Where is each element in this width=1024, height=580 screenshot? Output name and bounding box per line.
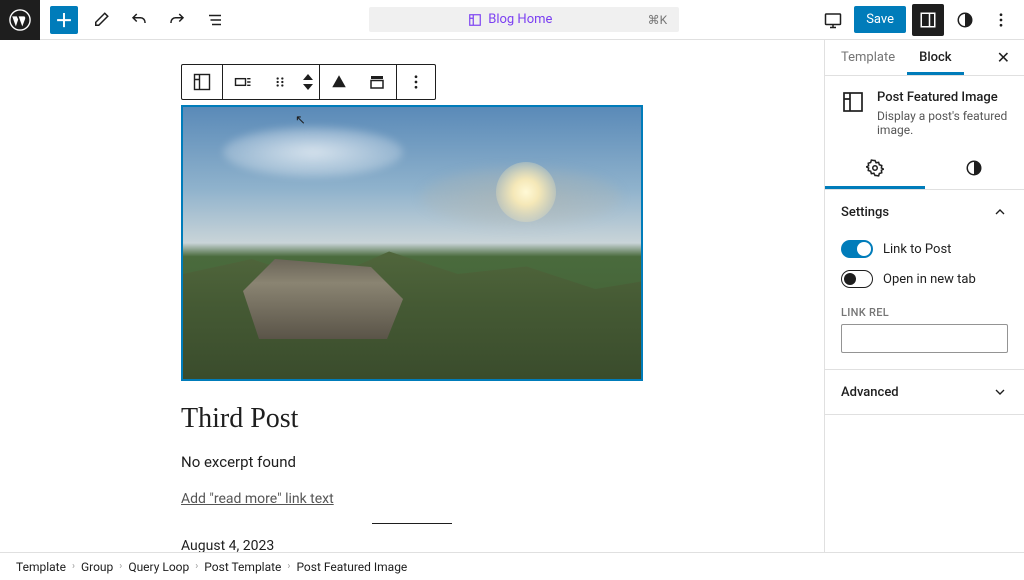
chevron-down-icon (992, 384, 1008, 400)
advanced-panel-label: Advanced (841, 385, 899, 400)
link-to-post-label: Link to Post (883, 242, 951, 257)
aspect-ratio-icon[interactable] (320, 65, 358, 99)
advanced-panel-toggle[interactable]: Advanced (825, 370, 1024, 414)
block-description: Display a post's featured image. (877, 109, 1008, 137)
undo-icon[interactable] (124, 5, 154, 35)
read-more-link[interactable]: Add "read more" link text (181, 491, 334, 507)
shortcut-text: ⌘K (648, 13, 668, 27)
drag-handle-icon[interactable] (263, 65, 297, 99)
doc-title-button[interactable]: Blog Home ⌘K (369, 7, 679, 32)
overlay-icon[interactable] (358, 65, 396, 99)
chevron-up-icon (992, 204, 1008, 220)
doc-label-text: Blog Home (488, 12, 552, 27)
breadcrumb: Template› Group› Query Loop› Post Templa… (0, 552, 1024, 580)
settings-panel-toggle[interactable] (912, 4, 944, 36)
tab-block[interactable]: Block (907, 40, 963, 75)
block-type-icon (841, 90, 865, 114)
breadcrumb-item[interactable]: Template (16, 560, 66, 574)
redo-icon[interactable] (162, 5, 192, 35)
link-rel-label: LINK REL (841, 306, 1008, 319)
settings-panel-toggle[interactable]: Settings (825, 190, 1024, 234)
add-block-button[interactable]: ＋ (50, 6, 78, 34)
settings-panel-label: Settings (841, 205, 889, 220)
link-rel-input[interactable] (841, 324, 1008, 353)
open-new-tab-toggle[interactable] (841, 270, 873, 288)
block-toolbar (181, 64, 436, 100)
close-icon[interactable]: ✕ (987, 42, 1020, 73)
open-new-tab-label: Open in new tab (883, 272, 976, 287)
cursor-icon: ↖ (295, 113, 306, 128)
separator (372, 523, 452, 524)
block-type-icon[interactable] (182, 65, 222, 99)
link-to-post-toggle[interactable] (841, 240, 873, 258)
edit-icon[interactable] (86, 5, 116, 35)
post-excerpt[interactable]: No excerpt found (181, 453, 643, 471)
post-featured-image-block[interactable] (181, 105, 643, 381)
settings-sidebar: Template Block ✕ Post Featured Image Dis… (824, 40, 1024, 552)
breadcrumb-item[interactable]: Group (81, 560, 113, 574)
post-date[interactable]: August 4, 2023 (181, 538, 643, 552)
subtab-settings-icon[interactable] (825, 147, 925, 189)
more-options-icon[interactable] (986, 5, 1016, 35)
move-updown-icon[interactable] (297, 65, 319, 99)
topbar: ＋ Blog Home ⌘K Save (0, 0, 1024, 40)
tab-template[interactable]: Template (829, 40, 907, 75)
editor-canvas[interactable]: Third Post No excerpt found Add "read mo… (0, 40, 824, 552)
save-button[interactable]: Save (854, 6, 906, 33)
wordpress-logo[interactable] (0, 0, 40, 40)
subtab-styles-icon[interactable] (925, 147, 1024, 189)
breadcrumb-item[interactable]: Query Loop (128, 560, 189, 574)
breadcrumb-item[interactable]: Post Template (204, 560, 281, 574)
post-title[interactable]: Third Post (181, 403, 643, 435)
block-more-icon[interactable] (397, 65, 435, 99)
breadcrumb-item[interactable]: Post Featured Image (296, 560, 407, 574)
device-preview-icon[interactable] (818, 5, 848, 35)
list-view-icon[interactable] (200, 5, 230, 35)
styles-icon[interactable] (950, 5, 980, 35)
block-title: Post Featured Image (877, 90, 1008, 105)
align-icon[interactable] (223, 65, 263, 99)
